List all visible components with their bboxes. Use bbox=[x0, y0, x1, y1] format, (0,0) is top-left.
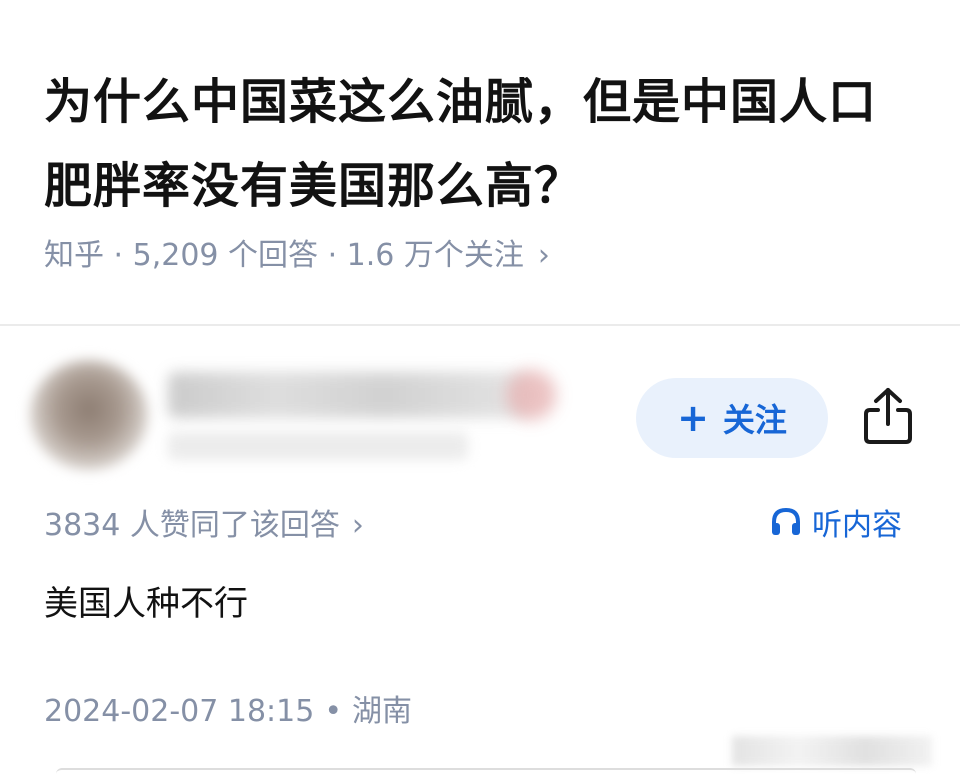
headphones-icon bbox=[772, 507, 800, 535]
share-icon bbox=[864, 388, 912, 444]
zhihu-answer-page: 为什么中国菜这么油腻，但是中国人口肥胖率没有美国那么高？ 知乎 · 5,209 … bbox=[0, 0, 960, 774]
question-title[interactable]: 为什么中国菜这么油腻，但是中国人口肥胖率没有美国那么高？ bbox=[44, 60, 924, 228]
follow-button[interactable]: + 关注 bbox=[636, 378, 828, 458]
plus-icon: + bbox=[677, 396, 709, 440]
chevron-right-icon: › bbox=[351, 508, 364, 543]
separator: • bbox=[324, 694, 343, 729]
author-headline-redacted bbox=[168, 432, 468, 460]
divider bbox=[0, 324, 960, 326]
answer-date: 2024-02-07 18:15 bbox=[44, 694, 315, 729]
watermark-redacted bbox=[732, 736, 932, 766]
question-meta-text: 知乎 · 5,209 个回答 · 1.6 万个关注 bbox=[44, 238, 524, 273]
upvote-text: 3834 人赞同了该回答 bbox=[44, 508, 340, 543]
answer-content: 美国人种不行 bbox=[44, 584, 248, 624]
listen-button[interactable]: 听内容 bbox=[770, 500, 902, 544]
upvote-count[interactable]: 3834 人赞同了该回答 › bbox=[44, 500, 364, 544]
answer-meta: 2024-02-07 18:15 • 湖南 bbox=[44, 686, 412, 730]
avatar[interactable] bbox=[30, 360, 148, 470]
share-button[interactable] bbox=[856, 384, 920, 448]
author-name-redacted[interactable] bbox=[168, 372, 528, 418]
question-meta[interactable]: 知乎 · 5,209 个回答 · 1.6 万个关注 › bbox=[44, 230, 550, 274]
follow-label: 关注 bbox=[722, 401, 787, 439]
bottom-card-edge bbox=[56, 768, 916, 774]
chevron-right-icon: › bbox=[537, 238, 550, 273]
answer-location: 湖南 bbox=[352, 694, 413, 729]
listen-label: 听内容 bbox=[812, 508, 902, 543]
author-badge-redacted bbox=[506, 370, 556, 420]
